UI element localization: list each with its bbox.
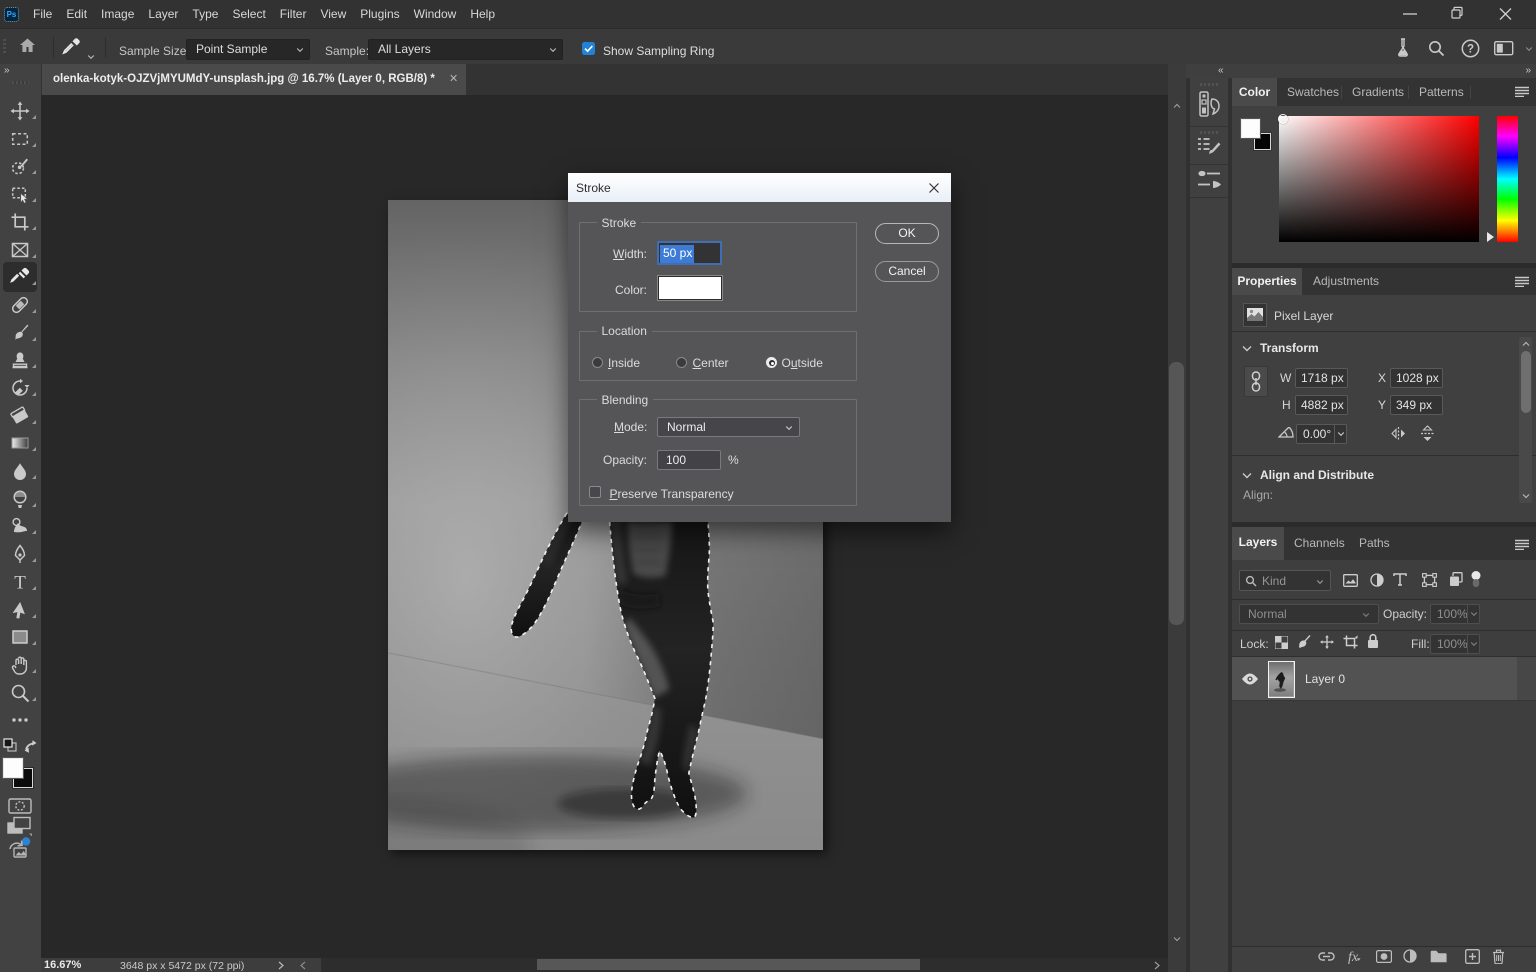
svg-text:fx: fx <box>1348 950 1359 965</box>
svg-text:?: ? <box>1467 44 1474 56</box>
